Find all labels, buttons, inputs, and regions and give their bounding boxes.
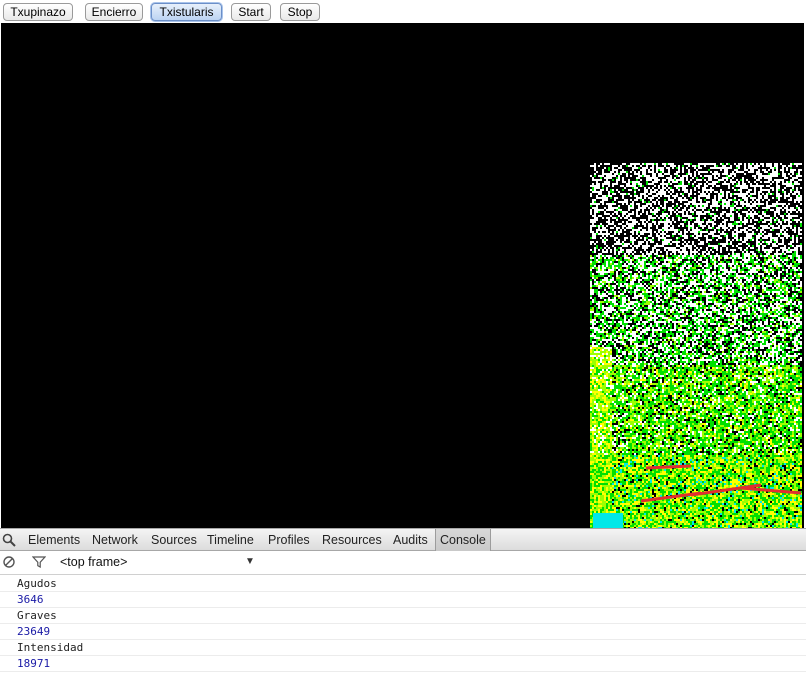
tab-resources[interactable]: Resources xyxy=(320,529,384,551)
console-message-value: 3646 xyxy=(0,592,806,608)
console-message-value: 23649 xyxy=(0,624,806,640)
tab-profiles[interactable]: Profiles xyxy=(266,529,312,551)
spectrogram-canvas xyxy=(1,23,804,528)
txistularis-button[interactable]: Txistularis xyxy=(151,3,222,21)
spectrogram-plot xyxy=(590,163,802,528)
tab-timeline[interactable]: Timeline xyxy=(205,529,256,551)
button-toolbar: Txupinazo Encierro Txistularis Start Sto… xyxy=(0,0,806,23)
console-log: Agudos 3646 Graves 23649 Intensidad 1897… xyxy=(0,576,806,672)
tab-elements[interactable]: Elements xyxy=(26,529,82,551)
search-icon[interactable] xyxy=(2,533,16,547)
start-button[interactable]: Start xyxy=(231,3,271,21)
txupinazo-button[interactable]: Txupinazo xyxy=(3,3,73,21)
console-message-label: Agudos xyxy=(0,576,806,592)
console-message-label: Intensidad xyxy=(0,640,806,656)
console-message-value: 18971 xyxy=(0,656,806,672)
encierro-button[interactable]: Encierro xyxy=(85,3,143,21)
clear-console-icon[interactable] xyxy=(3,556,15,568)
filter-icon[interactable] xyxy=(32,556,46,568)
dropdown-arrow-icon[interactable]: ▼ xyxy=(245,555,255,569)
frame-selector[interactable]: <top frame> xyxy=(60,554,127,570)
spectrogram-texture xyxy=(590,163,802,528)
tab-sources[interactable]: Sources xyxy=(149,529,199,551)
stop-button[interactable]: Stop xyxy=(280,3,320,21)
tab-audits[interactable]: Audits xyxy=(391,529,430,551)
tab-network[interactable]: Network xyxy=(90,529,140,551)
devtools-tabbar: Elements Network Sources Timeline Profil… xyxy=(0,528,806,551)
tab-console[interactable]: Console xyxy=(435,529,491,551)
console-message-label: Graves xyxy=(0,608,806,624)
devtools-panel: Elements Network Sources Timeline Profil… xyxy=(0,528,806,678)
console-toolbar: <top frame> ▼ xyxy=(0,551,806,575)
